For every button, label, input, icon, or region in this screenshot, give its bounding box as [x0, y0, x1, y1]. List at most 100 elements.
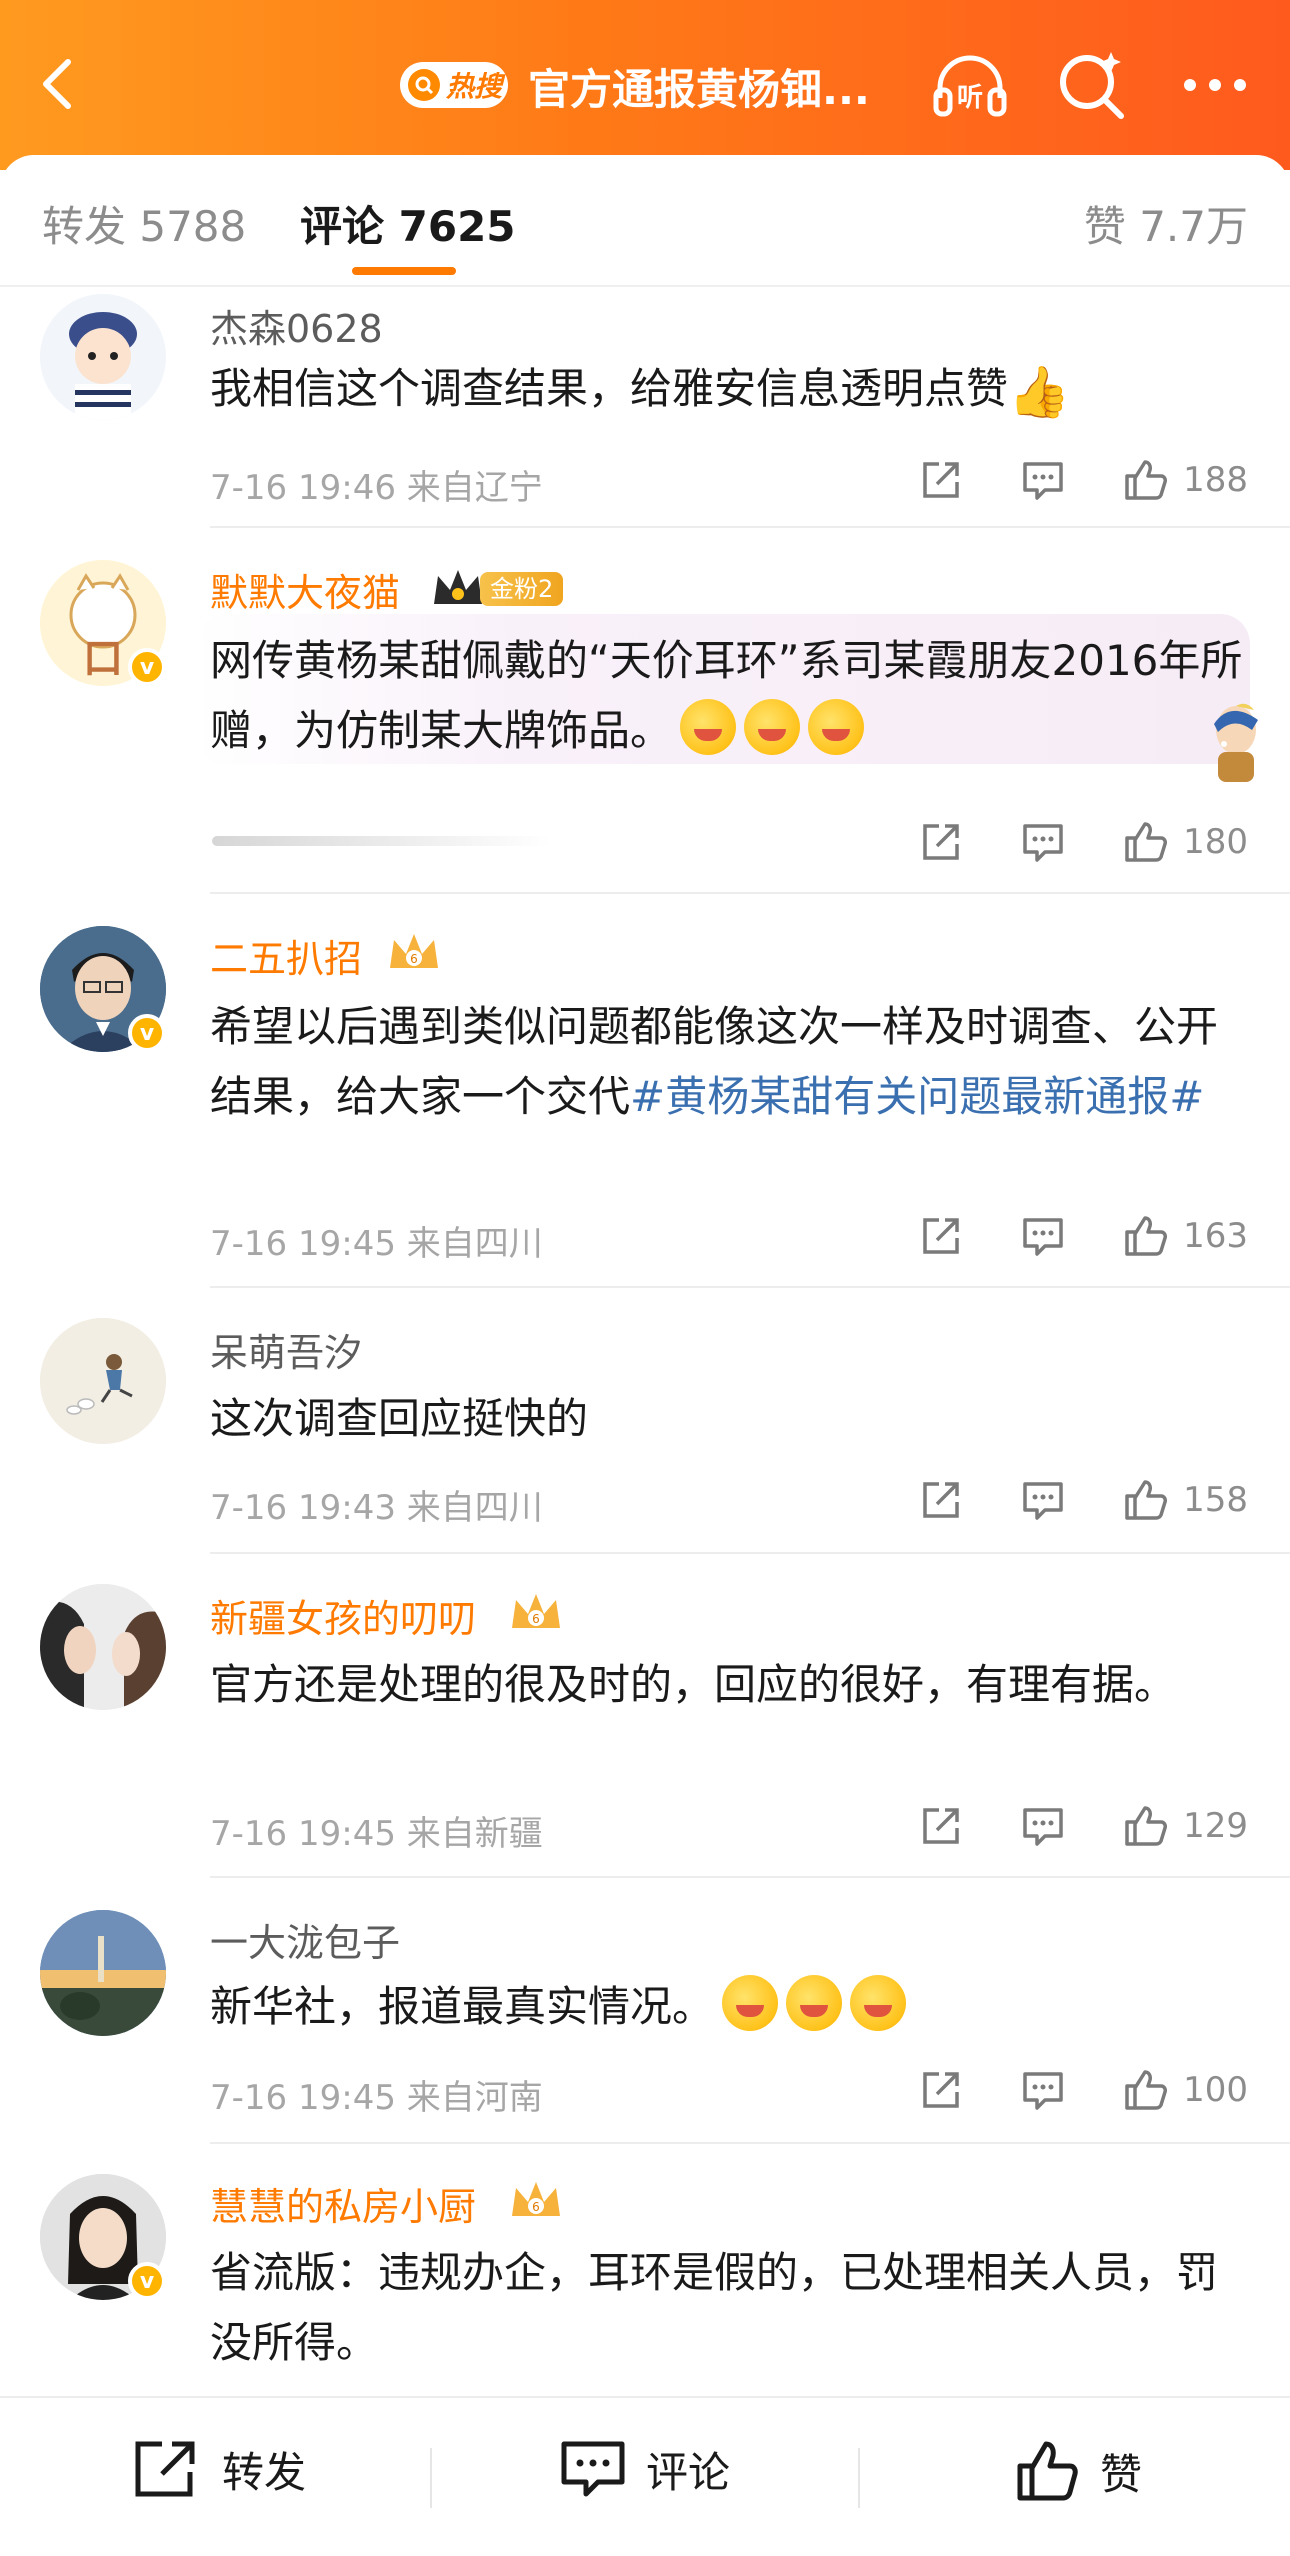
comment-location: 来自辽宁 — [406, 468, 543, 508]
like-label: 赞 — [1100, 2449, 1143, 2499]
comment-time: 7-16 19:45 — [210, 1224, 396, 1264]
crown-icon: 6 — [512, 1594, 560, 1628]
verified-badge-icon: v — [128, 1014, 166, 1052]
comment-label: 评论 — [646, 2447, 731, 2497]
bottom-action-bar: 转发 评论 赞 — [0, 2396, 1290, 2556]
svg-text:6: 6 — [532, 2200, 540, 2214]
active-tab-indicator — [352, 267, 456, 275]
tab-like[interactable]: 赞 7.7万 — [1084, 193, 1248, 254]
laughing-emoji-icon — [808, 699, 865, 755]
comment-text-content: 省流版：违规办企，耳环是假的，已处理相关人员，罚没所得。 — [210, 2248, 1219, 2367]
username[interactable]: 默默大夜猫 — [210, 562, 400, 617]
reply-icon[interactable] — [1019, 456, 1067, 504]
comment-text-content: 官方还是处理的很及时的，回应的很好，有理有据。 — [210, 1660, 1177, 1709]
share-icon[interactable] — [917, 1802, 965, 1850]
comment-actions: 180 — [917, 818, 1248, 866]
reply-icon[interactable] — [1019, 2066, 1067, 2114]
comment-text: 网传黄杨某甜佩戴的“天价耳环”系司某霞朋友2016年所赠，为仿制某大牌饰品。 — [210, 626, 1250, 766]
comment-text-content: 这次调查回应挺快的 — [210, 1394, 589, 1443]
hot-search-icon — [408, 69, 440, 101]
avatar[interactable] — [40, 1910, 166, 2036]
comment-button[interactable]: 评论 — [560, 2438, 730, 2500]
username[interactable]: 新疆女孩的叨叨 — [210, 1588, 476, 1643]
hot-search-badge[interactable]: 热搜 — [400, 62, 508, 108]
comment-time: 7-16 19:45 — [210, 2078, 396, 2118]
comment-actions: 100 — [917, 2066, 1248, 2114]
share-icon — [135, 2441, 195, 2497]
svg-text:口: 口 — [83, 636, 123, 682]
crying-laughing-emoji-icon — [786, 1975, 843, 2031]
username[interactable]: 一大泷包子 — [210, 1912, 400, 1967]
comment-location: 来自新疆 — [406, 1814, 543, 1854]
comment-icon — [561, 2441, 625, 2497]
username[interactable]: 慧慧的私房小厨 — [210, 2176, 476, 2231]
like-icon — [1017, 2441, 1078, 2501]
comment-text-content: 我相信这个调查结果，给雅安信息透明点赞 — [210, 364, 1009, 413]
reply-icon[interactable] — [1019, 1802, 1067, 1850]
username[interactable]: 二五扒招 — [210, 928, 362, 983]
share-icon[interactable] — [917, 2066, 965, 2114]
thumbs-up-emoji-icon: 👍 — [1008, 363, 1071, 421]
like-icon[interactable] — [1121, 1476, 1169, 1524]
divider — [210, 1552, 1290, 1554]
svg-text:6: 6 — [410, 952, 418, 966]
share-icon[interactable] — [917, 1212, 965, 1260]
separator — [858, 2448, 860, 2508]
tab-repost[interactable]: 转发 5788 — [42, 193, 246, 254]
laughing-emoji-icon — [680, 699, 737, 755]
crying-laughing-emoji-icon — [850, 1975, 907, 2031]
reply-icon[interactable] — [1019, 1212, 1067, 1260]
comment-location: 来自河南 — [406, 2078, 543, 2118]
laughing-emoji-icon — [744, 699, 801, 755]
top-bar: 热搜 官方通报黄杨钿... 听 — [0, 0, 1290, 170]
comment-text: 新华社，报道最真实情况。 — [210, 1972, 1250, 2042]
repost-label: 转发 — [222, 2447, 307, 2497]
like-icon[interactable] — [1121, 1802, 1169, 1850]
svg-text:听: 听 — [957, 83, 983, 113]
more-icon[interactable] — [1180, 70, 1250, 100]
headphones-icon[interactable]: 听 — [930, 50, 1010, 120]
crown-icon: 6 — [512, 2182, 560, 2216]
back-icon[interactable] — [28, 52, 92, 116]
comment-actions: 188 — [917, 456, 1248, 504]
like-icon[interactable] — [1121, 1212, 1169, 1260]
comment-meta: 7-16 19:45 来自四川 — [210, 1216, 543, 1265]
reply-icon[interactable] — [1019, 1476, 1067, 1524]
share-icon[interactable] — [917, 456, 965, 504]
divider — [210, 1876, 1290, 1878]
comment-location: 来自四川 — [406, 1488, 543, 1528]
username[interactable]: 杰森0628 — [210, 298, 383, 353]
like-icon[interactable] — [1121, 2066, 1169, 2114]
share-icon[interactable] — [917, 1476, 965, 1524]
verified-badge-icon: v — [128, 2262, 166, 2300]
avatar[interactable] — [40, 294, 166, 420]
username[interactable]: 呆萌吾汐 — [210, 1322, 362, 1377]
like-count: 180 — [1183, 822, 1248, 862]
comment-text-content: 新华社，报道最真实情况。 — [210, 1982, 715, 2031]
crown-icon: 6 — [390, 934, 438, 968]
tab-comment[interactable]: 评论 7625 — [300, 193, 516, 254]
comment-text: 官方还是处理的很及时的，回应的很好，有理有据。 — [210, 1650, 1250, 1720]
share-icon[interactable] — [917, 818, 965, 866]
comment-time: 7-16 19:43 — [210, 1488, 396, 1528]
comment-actions: 129 — [917, 1802, 1248, 1850]
avatar[interactable] — [40, 1584, 166, 1710]
like-count: 129 — [1183, 1806, 1248, 1846]
like-icon[interactable] — [1121, 456, 1169, 504]
divider — [210, 892, 1290, 894]
search-icon[interactable] — [1055, 48, 1129, 122]
fan-level-badge: 金粉2 — [480, 572, 564, 606]
reply-icon[interactable] — [1019, 818, 1067, 866]
like-count: 188 — [1183, 460, 1248, 500]
comment-meta: 7-16 19:46 来自辽宁 — [210, 460, 543, 509]
avatar[interactable] — [40, 1318, 166, 1444]
repost-button[interactable]: 转发 — [132, 2438, 306, 2500]
comment-actions: 163 — [917, 1212, 1248, 1260]
like-icon[interactable] — [1121, 818, 1169, 866]
comment-text: 省流版：违规办企，耳环是假的，已处理相关人员，罚没所得。 — [210, 2238, 1250, 2378]
crown-icon — [434, 570, 482, 604]
page-title[interactable]: 官方通报黄杨钿... — [528, 56, 870, 117]
separator — [430, 2448, 432, 2508]
like-button[interactable]: 赞 — [1014, 2438, 1142, 2504]
hashtag-link[interactable]: #黄杨某甜有关问题最新通报# — [630, 1072, 1204, 1121]
